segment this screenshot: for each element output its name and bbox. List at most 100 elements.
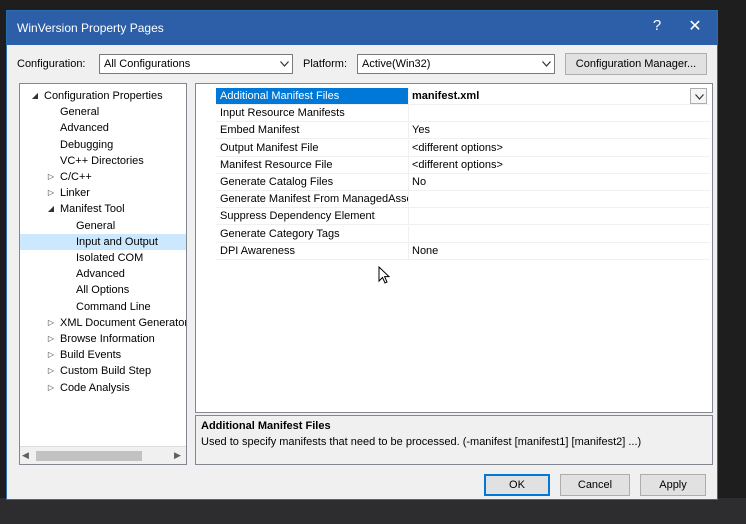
mouse-cursor-icon (378, 265, 391, 287)
tree-item-label: VC++ Directories (60, 154, 144, 167)
property-row[interactable]: Generate Manifest From ManagedAssembly (216, 191, 710, 209)
tree-item[interactable]: All Options (20, 282, 186, 298)
property-value[interactable] (412, 191, 692, 207)
value-dropdown-button[interactable] (690, 88, 707, 104)
property-value[interactable]: <different options> (412, 157, 692, 173)
property-row-selected[interactable]: Additional Manifest Files manifest.xml (216, 88, 710, 105)
tree-item-label: All Options (76, 284, 130, 297)
tree-item-label: General (60, 106, 100, 119)
ide-background-bottom (0, 498, 746, 524)
configuration-manager-button[interactable]: Configuration Manager... (565, 53, 707, 75)
configuration-select[interactable]: All Configurations (99, 54, 293, 74)
tree-item[interactable]: ▷ Code Analysis (20, 380, 186, 396)
configuration-label: Configuration: (17, 58, 86, 70)
tree-item-label: Debugging (60, 138, 114, 151)
tree-item[interactable]: Advanced (20, 266, 186, 282)
help-button[interactable]: ? (647, 17, 667, 34)
tree-item-label: Linker (60, 187, 90, 200)
tree-item[interactable]: ▷ Browse Information (20, 331, 186, 347)
property-name: Additional Manifest Files (216, 88, 409, 104)
property-row[interactable]: Suppress Dependency Element (216, 208, 710, 226)
property-tree[interactable]: ◢ Configuration Properties General Advanced… (19, 83, 187, 465)
property-value[interactable] (412, 208, 692, 224)
property-row[interactable]: Input Resource Manifests (216, 105, 710, 123)
expand-arrow-icon[interactable]: ▷ (46, 363, 56, 379)
tree-item[interactable]: General (20, 104, 186, 120)
property-value[interactable]: None (412, 243, 692, 259)
property-value[interactable] (412, 226, 692, 242)
ok-button[interactable]: OK (484, 474, 550, 496)
expand-arrow-icon[interactable]: ▷ (46, 331, 56, 347)
tree-item-label: Configuration Properties (44, 90, 163, 102)
platform-select[interactable]: Active(Win32) (357, 54, 555, 74)
property-row[interactable]: Manifest Resource File <different options… (216, 156, 710, 174)
tree-item[interactable]: ▷ C/C++ (20, 169, 186, 185)
cancel-button[interactable]: Cancel (560, 474, 630, 496)
expand-arrow-icon[interactable]: ▷ (46, 169, 56, 185)
property-name: DPI Awareness (216, 242, 409, 259)
tree-item[interactable]: ▷ Linker (20, 185, 186, 201)
expand-arrow-icon[interactable]: ▷ (46, 380, 56, 396)
tree-item-label: C/C++ (60, 171, 92, 183)
tree-item-selected[interactable]: Input and Output (20, 233, 186, 250)
ide-background-right (718, 0, 746, 524)
property-name: Generate Category Tags (216, 225, 409, 242)
tree-item-label: Command Line (76, 300, 151, 313)
expand-arrow-icon[interactable]: ▷ (46, 347, 56, 363)
tree-item-label: Custom Build Step (60, 365, 152, 378)
property-pages-dialog: WinVersion Property Pages ? ✕ Configurat… (6, 10, 718, 500)
platform-value: Active(Win32) (362, 58, 431, 70)
close-button[interactable]: ✕ (683, 16, 707, 36)
scrollbar-thumb[interactable] (36, 451, 142, 461)
collapse-arrow-icon[interactable]: ◢ (46, 201, 56, 217)
description-panel: Additional Manifest Files Used to specif… (195, 415, 713, 465)
dialog-title: WinVersion Property Pages (17, 21, 164, 35)
tree-item-label: Build Events (60, 349, 122, 362)
tree-item[interactable]: ▷ Build Events (20, 347, 186, 363)
property-value[interactable]: Yes (412, 122, 692, 138)
apply-button[interactable]: Apply (640, 474, 706, 496)
property-name: Output Manifest File (216, 139, 409, 156)
scroll-left-icon[interactable]: ◀ (22, 450, 29, 461)
property-value[interactable] (412, 105, 692, 121)
tree-item[interactable]: ◢ Configuration Properties (20, 88, 186, 104)
title-bar[interactable]: WinVersion Property Pages ? ✕ (7, 11, 717, 45)
tree-item[interactable]: ◢ Manifest Tool (20, 201, 186, 217)
collapse-arrow-icon[interactable]: ◢ (30, 88, 40, 104)
platform-label: Platform: (303, 58, 348, 70)
property-value[interactable]: manifest.xml (412, 88, 692, 104)
horizontal-scrollbar[interactable]: ◀ ▶ (20, 446, 186, 464)
property-row[interactable]: Generate Catalog Files No (216, 174, 710, 191)
property-row[interactable]: Output Manifest File <different options> (216, 139, 710, 157)
expand-arrow-icon[interactable]: ▷ (46, 315, 56, 331)
tree-item[interactable]: ▷ XML Document Generator (20, 315, 186, 331)
property-row[interactable]: Embed Manifest Yes (216, 122, 710, 140)
property-name: Generate Manifest From ManagedAssembly (216, 191, 409, 208)
tree-item[interactable]: ▷ Custom Build Step (20, 363, 186, 379)
scroll-right-icon[interactable]: ▶ (174, 450, 181, 461)
property-name: Embed Manifest (216, 122, 409, 139)
tree-item-label: Manifest Tool (60, 203, 125, 216)
tree-item-label: General (76, 219, 116, 232)
tree-item[interactable]: General (20, 218, 186, 234)
property-row[interactable]: Generate Category Tags (216, 225, 710, 243)
tree-item[interactable]: Isolated COM (20, 250, 186, 266)
description-text: Used to specify manifests that need to b… (201, 436, 642, 448)
property-value[interactable]: No (412, 174, 692, 190)
tree-item[interactable]: VC++ Directories (20, 153, 186, 169)
tree-item[interactable]: Debugging (20, 137, 186, 153)
tree-item-label: XML Document Generator (60, 316, 187, 329)
expand-arrow-icon[interactable]: ▷ (46, 185, 56, 201)
tree-item-label: Code Analysis (60, 381, 130, 394)
configuration-value: All Configurations (104, 58, 191, 70)
tree-item[interactable]: Command Line (20, 299, 186, 315)
tree-item-label: Input and Output (76, 235, 158, 248)
property-grid[interactable]: Additional Manifest Files manifest.xml Inp… (195, 83, 713, 413)
tree-item[interactable]: Advanced (20, 120, 186, 136)
property-name: Suppress Dependency Element (216, 208, 409, 225)
tree-item-label: Isolated COM (76, 252, 144, 264)
property-name: Manifest Resource File (216, 156, 409, 173)
description-title: Additional Manifest Files (201, 420, 331, 432)
property-value[interactable]: <different options> (412, 140, 692, 156)
property-row[interactable]: DPI Awareness None (216, 242, 710, 260)
